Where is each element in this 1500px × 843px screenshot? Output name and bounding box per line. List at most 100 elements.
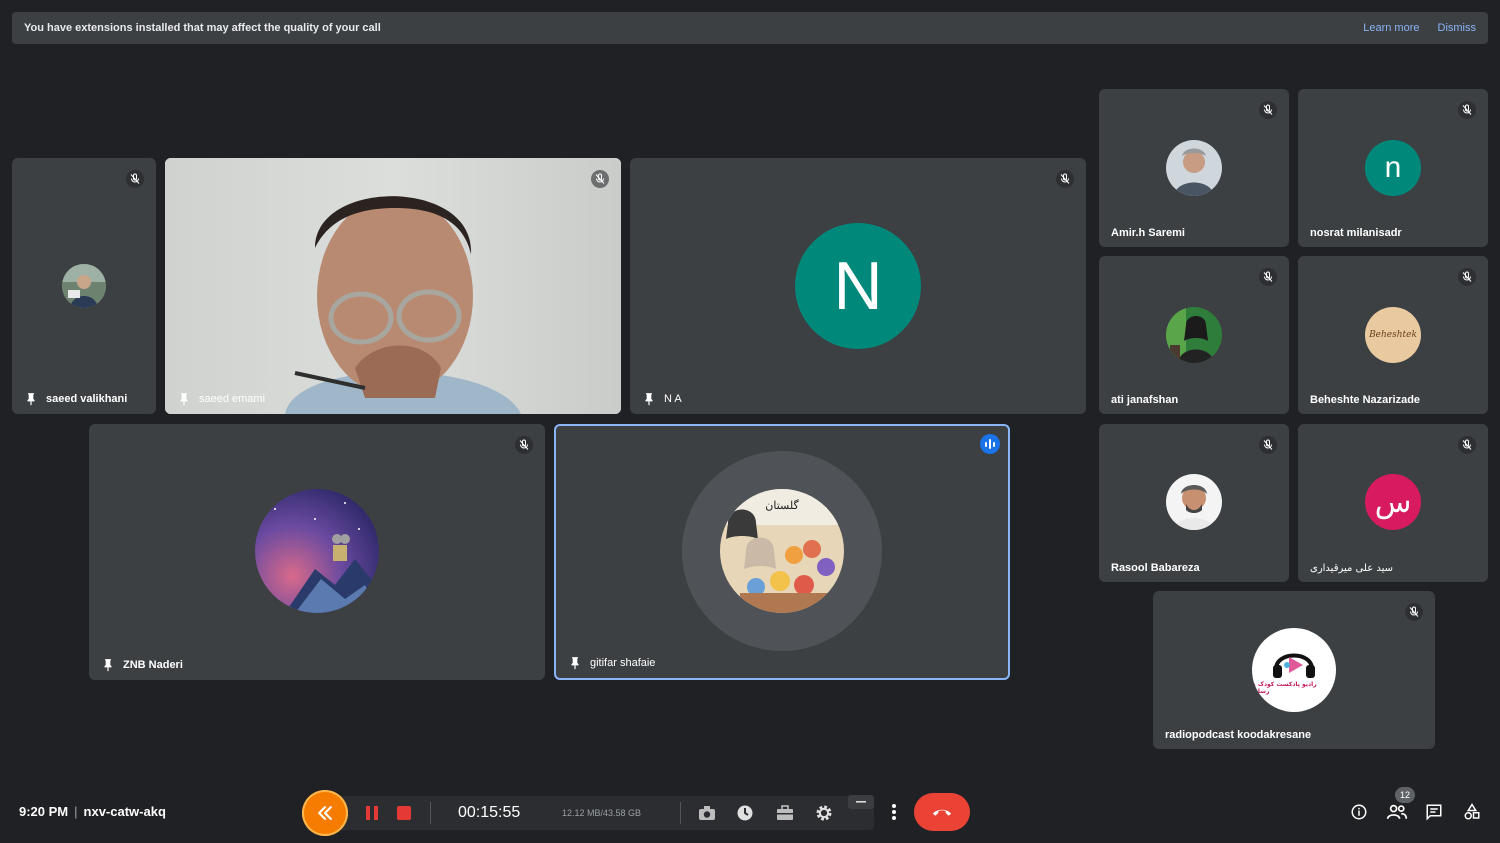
recorder-collapse-button[interactable] (302, 790, 348, 836)
meeting-code: nxv-catw-akq (83, 804, 166, 819)
minimize-icon (856, 801, 866, 803)
participant-name: ati janafshan (1111, 394, 1178, 406)
mic-off-icon (515, 436, 533, 454)
meeting-info: 9:20 PM | nxv-catw-akq (19, 804, 166, 819)
participant-count-badge: 12 (1395, 787, 1415, 803)
people-icon (1386, 804, 1408, 820)
avatar-logo-text: گلستان (765, 499, 799, 512)
mic-off-icon (1405, 603, 1423, 621)
participant-avatar: گلستان (720, 489, 844, 613)
mic-off-icon (1259, 436, 1277, 454)
pin-icon[interactable] (642, 392, 656, 406)
camera-icon (699, 806, 715, 820)
participant-avatar (1166, 307, 1222, 363)
participant-name-text: ZNB Naderi (123, 659, 183, 671)
recorder-minimize-button[interactable] (848, 795, 874, 809)
dismiss-link[interactable]: Dismiss (1438, 22, 1477, 34)
participant-tile[interactable]: saeed valikhani (12, 158, 156, 414)
pin-icon[interactable] (24, 392, 38, 406)
pin-icon[interactable] (177, 392, 191, 406)
participant-tile[interactable]: Beheshtek Beheshte Nazarizade (1298, 256, 1488, 414)
recorder-pause-button[interactable] (362, 802, 382, 824)
recorder-screenshot-button[interactable] (696, 802, 718, 824)
extensions-warning-banner: You have extensions installed that may a… (12, 12, 1488, 44)
mic-off-icon (1458, 436, 1476, 454)
mic-off-icon (1259, 268, 1277, 286)
participant-tile[interactable]: ZNB Naderi (89, 424, 545, 680)
avatar-letter: س (1374, 484, 1412, 520)
participant-name: gitifar shafaie (568, 656, 655, 670)
clock-icon (737, 805, 753, 821)
participant-name-text: saeed emami (199, 393, 266, 405)
participant-name: radiopodcast koodakresane (1165, 729, 1311, 741)
participant-avatar: Beheshtek (1365, 307, 1421, 363)
avatar-logo-text: Beheshtek (1369, 330, 1417, 340)
participant-name-text: nosrat milanisadr (1310, 227, 1402, 239)
participant-name: saeed valikhani (24, 392, 127, 406)
meeting-details-button[interactable] (1345, 797, 1373, 827)
participant-name: Amir.h Saremi (1111, 227, 1185, 239)
stop-icon (397, 806, 411, 820)
letter-avatar: س (1365, 474, 1421, 530)
avatar-letter: n (1384, 151, 1402, 184)
pin-icon[interactable] (568, 656, 582, 670)
pause-icon (366, 806, 378, 820)
recorder-toolbox-button[interactable] (774, 802, 796, 824)
participant-tile[interactable]: ati janafshan (1099, 256, 1289, 414)
phone-hangup-icon (932, 809, 952, 816)
more-vert-icon (892, 804, 896, 820)
participant-name-text: ati janafshan (1111, 394, 1179, 406)
participant-name-text: saeed valikhani (46, 393, 128, 405)
participant-tile[interactable]: N N A (630, 158, 1086, 414)
activities-button[interactable] (1458, 797, 1486, 827)
more-options-button[interactable] (880, 797, 908, 827)
participant-name: saeed emami (177, 392, 265, 406)
toolbox-icon (777, 805, 793, 820)
recorder-timer: 00:15:55 (458, 804, 521, 821)
participant-name-text: gitifar shafaie (590, 657, 656, 669)
recorder-settings-button[interactable] (812, 801, 836, 825)
participant-video (165, 158, 621, 414)
speaking-indicator-icon (980, 434, 1000, 454)
headphones-icon (1273, 653, 1315, 678)
meeting-time: 9:20 PM (19, 804, 69, 819)
mic-off-icon (1056, 170, 1074, 188)
participant-avatar (1166, 474, 1222, 530)
participant-tile[interactable]: رادیو پادکست کودک و رسانه radiopodcast k… (1153, 591, 1435, 749)
participant-name-text: Rasool Babareza (1111, 562, 1200, 574)
learn-more-link[interactable]: Learn more (1363, 22, 1419, 34)
participant-name-text: N A (664, 393, 682, 405)
recorder-file-size: 12.12 MB/43.58 GB (562, 808, 642, 818)
recorder-stop-button[interactable] (394, 802, 414, 824)
participant-tile[interactable]: Rasool Babareza (1099, 424, 1289, 582)
participant-tile[interactable]: n nosrat milanisadr (1298, 89, 1488, 247)
letter-avatar: N (795, 223, 921, 349)
participant-name: ZNB Naderi (101, 658, 183, 672)
active-speaker-tile[interactable]: گلستان gitifar shafaie (554, 424, 1010, 680)
participant-video-tile[interactable]: saeed emami (165, 158, 621, 414)
gear-icon (816, 805, 832, 821)
participant-name-text: radiopodcast koodakresane (1165, 729, 1312, 741)
mic-off-icon (1259, 101, 1277, 119)
chat-button[interactable] (1420, 797, 1448, 827)
banner-message: You have extensions installed that may a… (24, 22, 381, 34)
meeting-info-separator: | (74, 804, 78, 819)
info-icon (1351, 804, 1367, 820)
people-button[interactable]: 12 (1383, 787, 1415, 827)
participant-name-text: Amir.h Saremi (1111, 227, 1185, 239)
participant-name: سید علی میرقیداری (1310, 563, 1393, 574)
participant-name-text: Beheshte Nazarizade (1310, 394, 1421, 406)
double-chevron-left-icon (318, 806, 332, 820)
screen-recorder-bar: 00:15:55 12.12 MB/43.58 GB (302, 790, 874, 836)
participant-tile[interactable]: س سید علی میرقیداری (1298, 424, 1488, 582)
mic-off-icon (1458, 268, 1476, 286)
pin-icon[interactable] (101, 658, 115, 672)
recorder-divider (680, 802, 681, 824)
avatar-logo-text: رادیو پادکست کودک و رسانه (1252, 681, 1317, 695)
recorder-schedule-button[interactable] (734, 802, 756, 824)
leave-call-button[interactable] (914, 793, 970, 831)
avatar-letter: N (833, 248, 883, 324)
participant-tile[interactable]: Amir.h Saremi (1099, 89, 1289, 247)
mic-off-icon (126, 170, 144, 188)
participant-avatar (1166, 140, 1222, 196)
